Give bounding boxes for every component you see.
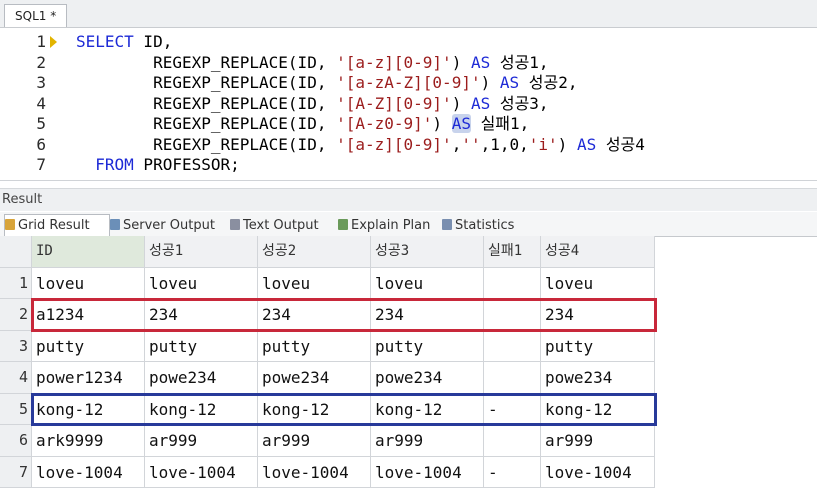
code-line: 4 REGEXP_REPLACE(ID, '[A-Z][0-9]') AS 성공…: [0, 94, 817, 114]
line-number: 5: [36, 114, 46, 133]
current-line-marker-icon: [50, 36, 57, 48]
code-text: REGEXP_REPLACE(ID, '[a-zA-Z][0-9]') AS 성…: [76, 73, 578, 92]
grid-cell[interactable]: loveu: [32, 267, 145, 299]
grid-cell[interactable]: [484, 330, 541, 362]
grid-icon: [5, 219, 15, 230]
code-line: 2 REGEXP_REPLACE(ID, '[a-z][0-9]') AS 성공…: [0, 53, 817, 73]
explain-plan-icon: [338, 219, 348, 230]
text-output-icon: [230, 219, 240, 230]
result-tab-label: Text Output: [243, 218, 319, 233]
grid-cell[interactable]: [484, 425, 541, 457]
code-text: REGEXP_REPLACE(ID, '[a-z][0-9]','',1,0,'…: [76, 134, 645, 154]
result-tab-label: Server Output: [123, 218, 215, 233]
grid-cell[interactable]: powe234: [371, 362, 484, 394]
grid-cell[interactable]: love-1004: [541, 456, 655, 488]
grid-cell[interactable]: love-1004: [258, 456, 371, 488]
grid-cell[interactable]: putty: [145, 330, 258, 362]
line-number: 4: [36, 93, 46, 113]
result-tab-text-output[interactable]: Text Output: [230, 215, 336, 236]
grid-cell[interactable]: ark9999: [32, 425, 145, 457]
grid-cell[interactable]: putty: [371, 330, 484, 362]
row-number[interactable]: 7: [0, 456, 32, 488]
grid-cell[interactable]: putty: [32, 330, 145, 362]
column-header[interactable]: 성공4: [541, 236, 655, 268]
grid-cell[interactable]: love-1004: [145, 456, 258, 488]
grid-cell[interactable]: ar999: [371, 425, 484, 457]
result-tab-server-output[interactable]: Server Output: [110, 215, 228, 236]
result-tab-grid-result[interactable]: Grid Result: [4, 214, 110, 236]
sql-editor[interactable]: 1 SELECT ID, 2 REGEXP_REPLACE(ID, '[a-z][0…: [0, 28, 817, 181]
row-number[interactable]: 2: [0, 299, 32, 331]
grid-cell[interactable]: love-1004: [32, 456, 145, 488]
editor-tab-bar: SQL1 *: [0, 0, 817, 28]
row-number[interactable]: 1: [0, 267, 32, 299]
code-line: 6 REGEXP_REPLACE(ID, '[a-z][0-9]','',1,0…: [0, 135, 817, 155]
line-number: 6: [36, 134, 46, 154]
grid-cell[interactable]: loveu: [258, 267, 371, 299]
result-tab-label: Statistics: [455, 218, 515, 233]
line-number: 3: [36, 73, 46, 92]
line-number: 7: [36, 155, 46, 174]
result-tab-label: Grid Result: [18, 218, 90, 233]
grid-corner[interactable]: [0, 236, 32, 268]
grid-cell[interactable]: powe234: [258, 362, 371, 394]
grid-cell[interactable]: powe234: [145, 362, 258, 394]
row-highlight-box: [31, 298, 657, 332]
result-panel-title: Result: [0, 188, 817, 211]
result-tab-statistics[interactable]: Statistics: [442, 215, 522, 236]
result-tab-explain-plan[interactable]: Explain Plan: [338, 215, 440, 236]
grid-cell[interactable]: loveu: [145, 267, 258, 299]
grid-cell[interactable]: power1234: [32, 362, 145, 394]
row-number[interactable]: 5: [0, 393, 32, 425]
grid-cell[interactable]: ar999: [145, 425, 258, 457]
code-line: 7 FROM PROFESSOR;: [0, 155, 817, 175]
line-number: 2: [36, 52, 46, 72]
grid-cell[interactable]: [484, 362, 541, 394]
grid-cell[interactable]: -: [484, 456, 541, 488]
column-header[interactable]: 성공1: [145, 236, 258, 268]
column-header[interactable]: 성공2: [258, 236, 371, 268]
column-header[interactable]: ID: [32, 236, 145, 268]
grid-cell[interactable]: loveu: [541, 267, 655, 299]
grid-cell[interactable]: powe234: [541, 362, 655, 394]
code-line: 1 SELECT ID,: [0, 32, 817, 52]
grid-cell[interactable]: [484, 267, 541, 299]
row-number[interactable]: 3: [0, 330, 32, 362]
row-number[interactable]: 4: [0, 362, 32, 394]
statistics-icon: [442, 219, 452, 230]
column-header[interactable]: 실패1: [484, 236, 541, 268]
code-line: 3 REGEXP_REPLACE(ID, '[a-zA-Z][0-9]') AS…: [0, 73, 817, 93]
row-number[interactable]: 6: [0, 425, 32, 457]
grid-cell[interactable]: love-1004: [371, 456, 484, 488]
grid-cell[interactable]: ar999: [258, 425, 371, 457]
code-text: SELECT ID,: [76, 32, 173, 51]
line-number: 1: [36, 32, 46, 51]
code-text: FROM PROFESSOR;: [95, 155, 240, 174]
row-highlight-box: [31, 392, 657, 426]
result-tab-label: Explain Plan: [351, 218, 431, 233]
code-line: 5 REGEXP_REPLACE(ID, '[A-z0-9]') AS 실패1,: [0, 114, 817, 134]
editor-tab-sql1[interactable]: SQL1 *: [4, 4, 68, 27]
grid-cell[interactable]: loveu: [371, 267, 484, 299]
code-text: REGEXP_REPLACE(ID, '[A-Z][0-9]') AS 성공3,: [76, 93, 549, 113]
grid-cell[interactable]: putty: [541, 330, 655, 362]
code-text: REGEXP_REPLACE(ID, '[A-z0-9]') AS 실패1,: [76, 114, 530, 133]
server-output-icon: [110, 219, 120, 230]
grid-cell[interactable]: putty: [258, 330, 371, 362]
result-tab-bar: Grid Result Server Output Text Output Expla…: [0, 212, 817, 237]
code-text: REGEXP_REPLACE(ID, '[a-z][0-9]') AS 성공1,: [76, 52, 549, 72]
grid-cell[interactable]: ar999: [541, 425, 655, 457]
column-header[interactable]: 성공3: [371, 236, 484, 268]
